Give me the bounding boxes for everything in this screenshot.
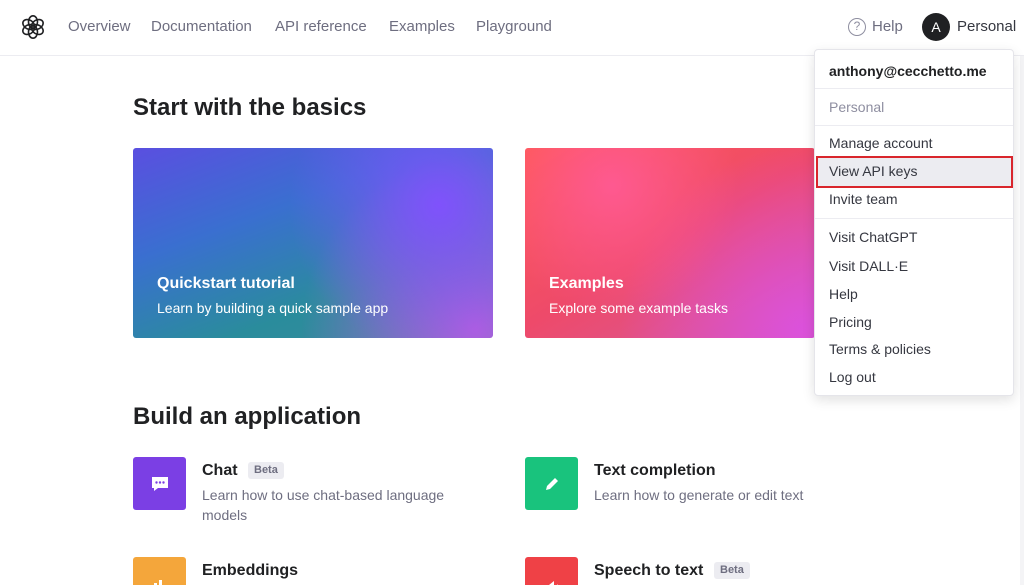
- build-heading: Build an application: [133, 403, 362, 430]
- menu-divider: [815, 125, 1013, 126]
- pencil-icon: [545, 477, 558, 490]
- menu-item-log-out[interactable]: Log out: [815, 363, 1013, 391]
- scrollbar-track[interactable]: [1020, 56, 1024, 585]
- speech-beta-badge: Beta: [714, 562, 750, 579]
- menu-email: anthony@cecchetto.me: [829, 63, 987, 79]
- nav-examples[interactable]: Examples: [389, 18, 455, 36]
- nav-playground[interactable]: Playground: [476, 18, 552, 36]
- openai-logo-icon[interactable]: [20, 14, 46, 40]
- menu-item-invite-team[interactable]: Invite team: [815, 185, 1013, 213]
- chat-icon: [151, 476, 168, 491]
- text-completion-tile-icon[interactable]: [525, 457, 578, 510]
- examples-card[interactable]: Examples Explore some example tasks: [525, 148, 815, 338]
- menu-item-terms[interactable]: Terms & policies: [815, 335, 1013, 363]
- nav-api-reference[interactable]: API reference: [275, 18, 367, 36]
- question-icon: ?: [848, 18, 866, 36]
- basics-heading: Start with the basics: [133, 94, 367, 121]
- menu-item-visit-dalle[interactable]: Visit DALL·E: [815, 252, 1013, 280]
- speaker-icon: [544, 580, 558, 585]
- embeddings-tile-icon[interactable]: [133, 557, 186, 585]
- menu-item-manage-account[interactable]: Manage account: [815, 129, 1013, 157]
- menu-item-pricing[interactable]: Pricing: [815, 308, 1013, 336]
- text-completion-desc: Learn how to generate or edit text: [594, 487, 804, 503]
- text-completion-title[interactable]: Text completion: [594, 461, 716, 481]
- menu-item-visit-chatgpt[interactable]: Visit ChatGPT: [815, 223, 1013, 251]
- top-navbar: Overview Documentation API reference Exa…: [0, 0, 1024, 56]
- speech-title[interactable]: Speech to text: [594, 561, 703, 581]
- chat-desc: Learn how to use chat-based language mod…: [202, 487, 445, 523]
- embeddings-title[interactable]: Embeddings: [202, 561, 298, 581]
- chat-title[interactable]: Chat: [202, 461, 238, 481]
- examples-desc: Explore some example tasks: [549, 300, 728, 316]
- menu-item-view-api-keys[interactable]: View API keys: [816, 156, 1013, 188]
- help-button[interactable]: ? Help: [848, 18, 903, 36]
- nav-overview[interactable]: Overview: [68, 18, 131, 36]
- account-menu-button[interactable]: Personal: [957, 18, 1016, 36]
- menu-item-help[interactable]: Help: [815, 280, 1013, 308]
- quickstart-card[interactable]: Quickstart tutorial Learn by building a …: [133, 148, 493, 338]
- help-label: Help: [872, 18, 903, 35]
- quickstart-title: Quickstart tutorial: [157, 275, 295, 292]
- menu-divider: [815, 88, 1013, 89]
- chat-beta-badge: Beta: [248, 462, 284, 479]
- speech-tile-icon[interactable]: [525, 557, 578, 585]
- nav-documentation[interactable]: Documentation: [151, 18, 252, 36]
- account-dropdown-menu: anthony@cecchetto.me Personal Manage acc…: [814, 49, 1014, 396]
- avatar[interactable]: A: [922, 13, 950, 41]
- menu-org-switcher[interactable]: Personal: [829, 98, 884, 116]
- embeddings-icon: [153, 579, 167, 585]
- menu-divider: [815, 218, 1013, 219]
- quickstart-desc: Learn by building a quick sample app: [157, 300, 389, 316]
- examples-title: Examples: [549, 275, 624, 292]
- chat-tile-icon[interactable]: [133, 457, 186, 510]
